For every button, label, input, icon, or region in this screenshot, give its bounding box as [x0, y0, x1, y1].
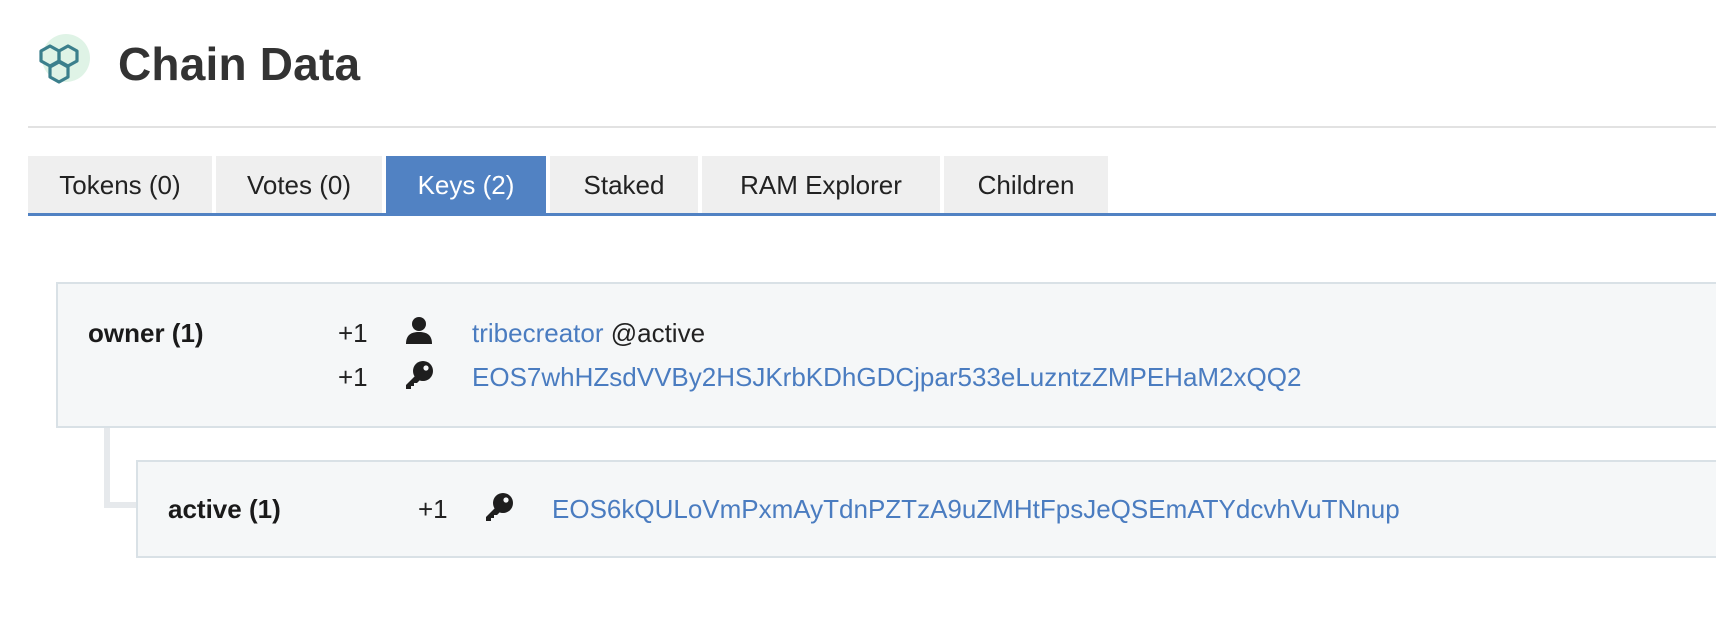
user-icon [404, 315, 434, 345]
account-permission-entry: tribecreator @active [472, 318, 705, 349]
entry-weight: +1 [338, 318, 368, 348]
permission-name: owner (1) [88, 318, 204, 348]
entry-weight: +1 [418, 494, 448, 524]
permission-name: active (1) [168, 494, 281, 524]
public-key-link[interactable]: EOS6kQULoVmPxmAyTdnPZTzA9uZMHtFpsJeQSEmA… [552, 494, 1400, 524]
header-divider [28, 126, 1716, 128]
tab-ram-explorer[interactable]: RAM Explorer [702, 156, 940, 214]
tab-tokens[interactable]: Tokens (0) [28, 156, 212, 214]
account-permission-label: @active [610, 318, 706, 348]
permission-owner-panel: owner (1) +1 tribecreator @active +1 EOS… [56, 282, 1716, 428]
entry-weight: +1 [338, 362, 368, 392]
page-title: Chain Data [118, 38, 361, 90]
tab-staked[interactable]: Staked [550, 156, 698, 214]
page-header: Chain Data [28, 32, 360, 96]
tab-votes[interactable]: Votes (0) [216, 156, 382, 214]
tab-bar: Tokens (0) Votes (0) Keys (2) Staked RAM… [28, 156, 1112, 214]
key-icon [484, 492, 514, 522]
public-key-link[interactable]: EOS7whHZsdVVBy2HSJKrbKDhGDCjpar533eLuznt… [472, 362, 1301, 392]
hexagon-cluster-logo-icon [28, 32, 92, 96]
permission-tree-connector [104, 428, 136, 508]
tab-underline [28, 213, 1716, 216]
tab-children[interactable]: Children [944, 156, 1108, 214]
account-link[interactable]: tribecreator [472, 318, 604, 348]
tab-keys[interactable]: Keys (2) [386, 156, 546, 214]
chain-data-page: Chain Data Tokens (0) Votes (0) Keys (2)… [0, 0, 1716, 620]
key-entry: EOS7whHZsdVVBy2HSJKrbKDhGDCjpar533eLuznt… [472, 362, 1301, 393]
permission-active-panel: active (1) +1 EOS6kQULoVmPxmAyTdnPZTzA9u… [136, 460, 1716, 558]
key-icon [404, 360, 434, 390]
key-entry: EOS6kQULoVmPxmAyTdnPZTzA9uZMHtFpsJeQSEmA… [552, 494, 1400, 525]
